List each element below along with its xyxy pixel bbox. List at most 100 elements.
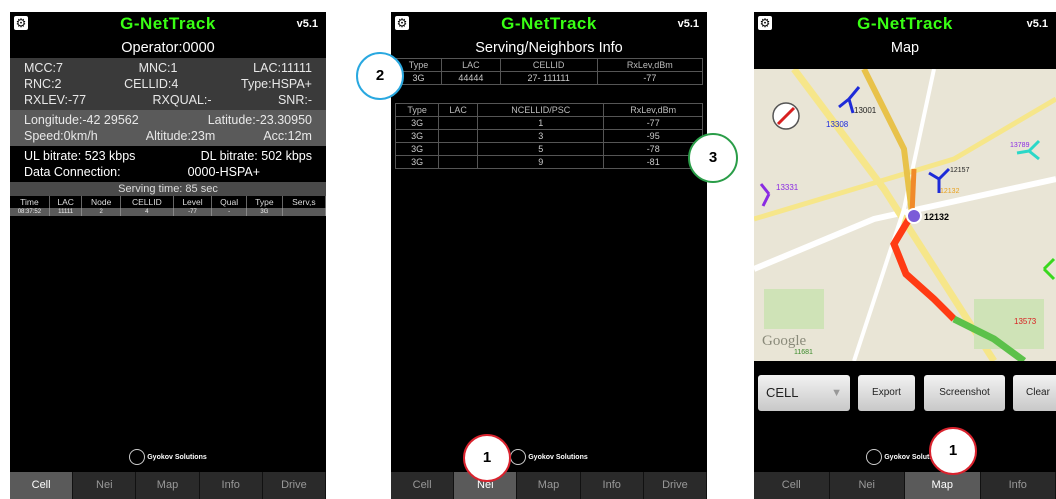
app-header: ⚙ G-NetTrack v5.1	[10, 12, 326, 38]
neighbor-row: 3G 3 -95	[394, 129, 703, 143]
neighbor-row: 3G 5 -78	[394, 142, 703, 156]
neighbor-header-cell: Type	[394, 103, 440, 117]
tab-map[interactable]: Map	[905, 472, 981, 499]
app-title: G-NetTrack	[120, 14, 216, 33]
neighbor-header-cell: LAC	[438, 103, 479, 117]
neighbor-cell	[438, 142, 479, 156]
callout-marker: 1	[463, 434, 511, 482]
map-screen: ⚙ G-NetTrack v5.1 Map 13001 13308 12132 …	[754, 12, 1056, 499]
tab-info[interactable]: Info	[200, 472, 263, 499]
export-button[interactable]: Export	[858, 375, 915, 411]
vendor-logo-icon	[866, 449, 883, 465]
serving-cell: 44444	[441, 71, 501, 85]
serving-cell: 27- 111111	[499, 71, 598, 85]
app-version: v5.1	[677, 18, 699, 30]
map-label: 13573	[1014, 317, 1037, 326]
log-cell: 3G	[246, 208, 283, 216]
app-title: G-NetTrack	[857, 14, 953, 33]
serving-time: Serving time: 85 sec	[10, 182, 326, 196]
data-connection-label: Data Connection:	[24, 165, 121, 179]
log-header-cell: LAC	[49, 196, 83, 208]
neighbor-cell: -77	[603, 116, 703, 130]
neighbor-cell: 3G	[394, 116, 440, 130]
tab-drive[interactable]: Drive	[644, 472, 707, 499]
app-header: ⚙ G-NetTrack v5.1	[754, 12, 1056, 38]
tab-bar: Cell Nei Map Info Drive	[391, 472, 707, 499]
screenshot-button[interactable]: Screenshot	[924, 375, 1005, 411]
altitude: Altitude:23m	[145, 129, 216, 143]
serving-table: Type LAC CELLID RxLev,dBm 3G 44444 27- 111111…	[394, 58, 704, 85]
mnc: MNC:1	[138, 61, 178, 75]
tab-cell[interactable]: Cell	[754, 472, 830, 499]
cell-info-block: MCC:7 MNC:1 LAC:11111 RNC:2 CELLID:4 Type:HS…	[10, 58, 326, 110]
vendor-name: Gyokov Solutions	[147, 453, 207, 461]
log-header-cell: Qual	[211, 196, 248, 208]
tab-info[interactable]: Info	[981, 472, 1056, 499]
neighbor-header-cell: RxLev,dBm	[603, 103, 703, 117]
neighbor-cell	[438, 129, 479, 143]
neighbor-cell: 3	[477, 129, 605, 143]
tab-nei[interactable]: Nei	[830, 472, 905, 499]
tab-map[interactable]: Map	[136, 472, 200, 499]
log-cell: -77	[173, 208, 213, 216]
rnc: RNC:2	[24, 77, 62, 91]
ul-label: UL bitrate:	[24, 149, 82, 163]
serving-cell: -77	[596, 71, 704, 85]
neighbor-cell: 3G	[394, 129, 440, 143]
tab-nei[interactable]: Nei	[73, 472, 137, 499]
log-cell	[282, 208, 326, 216]
chevron-down-icon: ▼	[831, 387, 842, 399]
app-version: v5.1	[296, 18, 318, 30]
dl-label: DL bitrate:	[200, 149, 258, 163]
speed: Speed:0km/h	[24, 129, 98, 143]
neighbors-screen: ⚙ G-NetTrack v5.1 Serving/Neighbors Info…	[391, 12, 707, 499]
network-type: Type:HSPA+	[241, 77, 312, 91]
cellid: CELLID:4	[124, 77, 179, 91]
neighbor-header-cell: NCELLID/PSC	[477, 103, 605, 117]
longitude: Longitude:-42 29562	[24, 113, 139, 127]
tab-map[interactable]: Map	[517, 472, 581, 499]
vendor-logo-icon	[510, 449, 527, 465]
tab-cell[interactable]: Cell	[10, 472, 74, 499]
dl-value: 502 kbps	[261, 149, 312, 163]
bitrate-block: UL bitrate: 523 kbps DL bitrate: 502 kbps…	[10, 146, 326, 182]
vendor-logo: Gyokov Solutions	[10, 449, 326, 469]
rxlev: RXLEV:-77	[24, 93, 87, 107]
latitude: Latitude:-23.30950	[207, 113, 312, 127]
neighbors-title: Serving/Neighbors Info	[475, 40, 623, 56]
map-title: Map	[890, 40, 920, 56]
log-header-cell: CELLID	[120, 196, 174, 208]
app-version: v5.1	[1026, 18, 1048, 30]
serving-header-cell: LAC	[441, 58, 501, 72]
map-label: 12132	[924, 212, 949, 222]
tab-drive[interactable]: Drive	[263, 472, 326, 499]
log-header-cell: Time	[10, 196, 50, 208]
map-label: 12132	[940, 188, 960, 195]
dropdown-value: CELL	[766, 385, 799, 400]
map-label: 13001	[854, 106, 877, 115]
vendor-logo-icon	[129, 449, 146, 465]
log-header-cell: Node	[81, 196, 121, 208]
log-cell: 08:37:52	[10, 208, 50, 216]
neighbor-cell	[438, 116, 479, 130]
neighbor-row: 3G 9 -81	[394, 155, 703, 169]
neighbor-cell: 3G	[394, 155, 440, 169]
clear-button[interactable]: Clear	[1013, 375, 1056, 411]
tab-bar: Cell Nei Map Info	[754, 472, 1056, 499]
neighbor-cell: 9	[477, 155, 605, 169]
map-toolbar: CELL ▼ Export Screenshot Clear	[754, 375, 1056, 413]
tab-cell[interactable]: Cell	[391, 472, 455, 499]
neighbor-cell: 3G	[394, 142, 440, 156]
neighbor-cell	[438, 155, 479, 169]
callout-marker: 1	[929, 427, 977, 475]
ul-value: 523 kbps	[84, 149, 136, 163]
log-header-cell: Type	[246, 196, 283, 208]
cell-log-table: Time LAC Node CELLID Level Qual Type Serv,s 08:…	[10, 196, 326, 216]
map-view[interactable]: 13001 13308 12132 12157 13331 13573 1168…	[754, 69, 1056, 361]
serving-header-cell: RxLev,dBm	[596, 58, 704, 72]
map-label: 13789	[1010, 142, 1030, 149]
cell-dropdown[interactable]: CELL ▼	[758, 375, 850, 411]
app-title: G-NetTrack	[501, 14, 597, 33]
rxqual: RXQUAL:-	[152, 93, 212, 107]
tab-info[interactable]: Info	[581, 472, 644, 499]
